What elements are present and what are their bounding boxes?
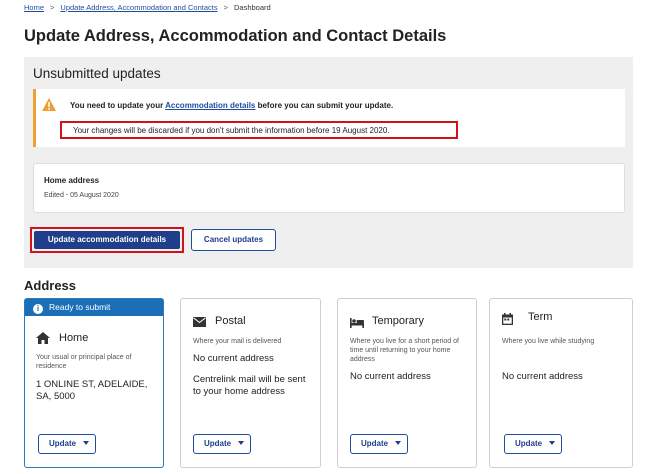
breadcrumb-separator: > bbox=[223, 3, 228, 12]
chevron-down-icon bbox=[549, 441, 556, 445]
envelope-icon bbox=[193, 317, 206, 327]
home-update-label: Update bbox=[49, 439, 77, 448]
temporary-update-button[interactable]: Update bbox=[350, 434, 408, 454]
postal-card-description: Where your mail is delivered bbox=[193, 338, 282, 345]
temporary-card-description: Where you live for a short period of tim… bbox=[350, 338, 459, 363]
chevron-down-icon bbox=[83, 441, 90, 445]
warning-prefix: You need to update your bbox=[70, 101, 166, 110]
postal-card-address: No current address bbox=[193, 353, 274, 364]
term-card-title: Term bbox=[528, 311, 553, 323]
home-address-summary-title: Home address bbox=[44, 176, 100, 185]
warning-icon bbox=[42, 98, 56, 111]
breadcrumb-home-link[interactable]: Home bbox=[24, 3, 44, 12]
home-card-title: Home bbox=[59, 332, 89, 344]
term-card-address: No current address bbox=[502, 371, 583, 382]
calendar-icon bbox=[502, 313, 513, 325]
temporary-update-label: Update bbox=[361, 439, 389, 448]
breadcrumb: Home > Update Address, Accommodation and C… bbox=[24, 3, 271, 12]
unsubmitted-updates-title: Unsubmitted updates bbox=[33, 66, 161, 81]
home-update-button[interactable]: Update bbox=[38, 434, 96, 454]
breadcrumb-current: Dashboard bbox=[233, 3, 271, 12]
ready-to-submit-banner: i Ready to submit bbox=[25, 299, 163, 316]
home-address-summary-card: Home address Edited - 05 August 2020 bbox=[33, 163, 625, 213]
bed-icon bbox=[350, 318, 364, 328]
home-card-description: Your usual or principal place of residen… bbox=[36, 354, 132, 370]
term-address-card[interactable]: Term Where you live while studying No cu… bbox=[489, 298, 633, 468]
term-update-label: Update bbox=[515, 439, 543, 448]
home-address-card[interactable]: i Ready to submit Home Your usual or prin… bbox=[24, 298, 164, 468]
unsubmitted-updates-panel: Unsubmitted updates You need to update y… bbox=[24, 57, 633, 268]
ready-to-submit-label: Ready to submit bbox=[49, 302, 111, 312]
update-accommodation-button[interactable]: Update accommodation details bbox=[34, 231, 180, 249]
warning-suffix: before you can submit your update. bbox=[255, 101, 394, 110]
info-icon: i bbox=[33, 304, 43, 314]
chevron-down-icon bbox=[238, 441, 245, 445]
address-section-title: Address bbox=[24, 278, 77, 293]
temporary-address-card[interactable]: Temporary Where you live for a short per… bbox=[337, 298, 477, 468]
temporary-card-title: Temporary bbox=[372, 315, 424, 327]
breadcrumb-update-address-link[interactable]: Update Address, Accommodation and Contac… bbox=[60, 3, 217, 12]
discard-notice-highlight: Your changes will be discarded if you do… bbox=[60, 121, 458, 139]
home-address-edited-date: Edited - 05 August 2020 bbox=[44, 192, 119, 199]
discard-notice: Your changes will be discarded if you do… bbox=[73, 126, 390, 135]
accommodation-details-link[interactable]: Accommodation details bbox=[165, 101, 255, 110]
cancel-updates-button[interactable]: Cancel updates bbox=[191, 229, 276, 251]
warning-alert: You need to update your Accommodation de… bbox=[33, 89, 625, 147]
home-card-address: 1 ONLINE ST, ADELAIDE, SA, 5000 bbox=[36, 379, 148, 402]
home-icon bbox=[36, 332, 50, 344]
breadcrumb-separator: > bbox=[50, 3, 55, 12]
page-title: Update Address, Accommodation and Contac… bbox=[24, 27, 447, 45]
term-update-button[interactable]: Update bbox=[504, 434, 562, 454]
term-card-description: Where you live while studying bbox=[502, 338, 595, 345]
postal-card-title: Postal bbox=[215, 315, 246, 327]
temporary-card-address: No current address bbox=[350, 371, 431, 382]
postal-address-card[interactable]: Postal Where your mail is delivered No c… bbox=[180, 298, 321, 468]
update-accommodation-highlight: Update accommodation details bbox=[30, 227, 184, 253]
postal-update-label: Update bbox=[204, 439, 232, 448]
chevron-down-icon bbox=[395, 441, 402, 445]
warning-message: You need to update your Accommodation de… bbox=[70, 101, 393, 110]
postal-card-note: Centrelink mail will be sent to your hom… bbox=[193, 374, 306, 397]
postal-update-button[interactable]: Update bbox=[193, 434, 251, 454]
